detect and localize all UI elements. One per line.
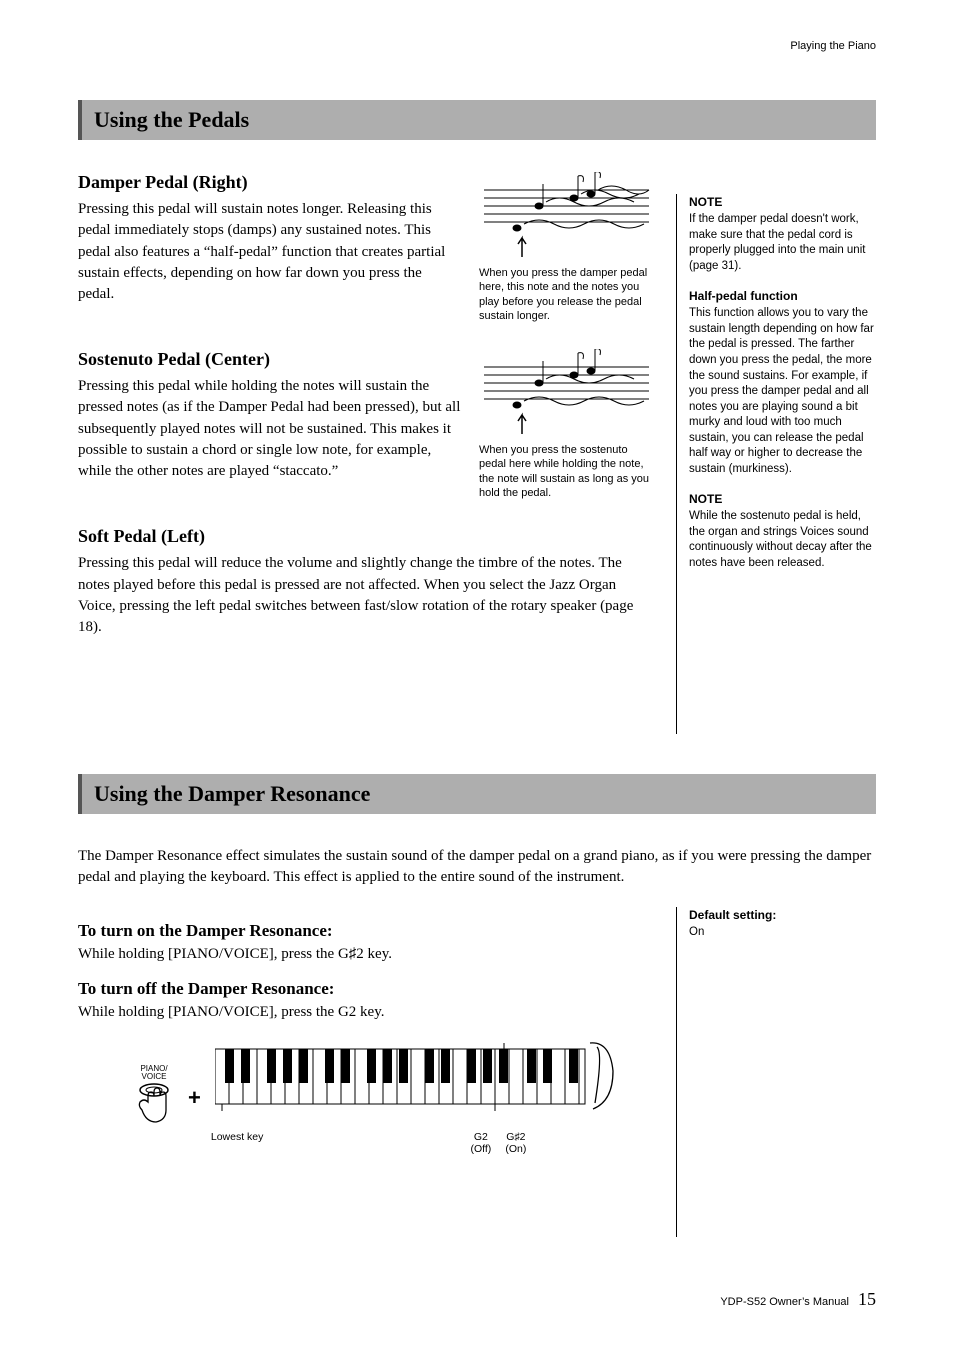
g2-sub: (Off)	[464, 1143, 498, 1155]
sidebar: NOTE If the damper pedal doesn't work, m…	[676, 172, 876, 734]
note1-title: NOTE	[689, 194, 876, 210]
keyboard-figure: PIANO/ VOICE +	[78, 1041, 654, 1155]
manual-name: YDP-S52 Owner’s Manual	[720, 1296, 849, 1308]
damper-caption: When you press the damper pedal here, th…	[479, 266, 654, 323]
damper-title: Damper Pedal (Right)	[78, 172, 461, 193]
note1-body: If the damper pedal doesn't work, make s…	[689, 212, 876, 274]
default-setting-title: Default setting:	[689, 907, 876, 923]
damper-diagram	[479, 172, 654, 262]
damper-body: Pressing this pedal will sustain notes l…	[78, 199, 461, 305]
note2-body: While the sostenuto pedal is held, the o…	[689, 509, 876, 571]
hand-press-icon	[134, 1082, 174, 1127]
section-heading-pedals: Using the Pedals	[78, 100, 876, 140]
keyboard-icon	[215, 1041, 615, 1126]
turn-off-title: To turn off the Damper Resonance:	[78, 979, 654, 999]
main-column: Damper Pedal (Right) Pressing this pedal…	[78, 172, 654, 734]
sostenuto-body: Pressing this pedal while holding the no…	[78, 376, 461, 482]
note2-title: NOTE	[689, 491, 876, 507]
piano-voice-label: PIANO/ VOICE	[134, 1065, 174, 1082]
sostenuto-caption: When you press the sostenuto pedal here …	[479, 443, 654, 500]
lowest-key-label: Lowest key	[211, 1131, 271, 1155]
gs2-sub: (On)	[499, 1143, 533, 1155]
resonance-intro: The Damper Resonance effect simulates th…	[78, 846, 876, 889]
halfpedal-body: This function allows you to vary the sus…	[689, 306, 876, 477]
turn-on-title: To turn on the Damper Resonance:	[78, 921, 654, 941]
sostenuto-title: Sostenuto Pedal (Center)	[78, 349, 461, 370]
soft-title: Soft Pedal (Left)	[78, 526, 654, 547]
sostenuto-diagram	[479, 349, 654, 439]
turn-off-body: While holding [PIANO/VOICE], press the G…	[78, 1002, 654, 1023]
section-heading-damper-resonance: Using the Damper Resonance	[78, 774, 876, 814]
running-header: Playing the Piano	[78, 40, 876, 52]
turn-on-body: While holding [PIANO/VOICE], press the G…	[78, 944, 654, 965]
plus-icon: +	[188, 1085, 201, 1111]
page-footer: YDP-S52 Owner’s Manual 15	[78, 1289, 876, 1310]
default-setting-value: On	[689, 925, 876, 941]
gs2-label: G♯2	[499, 1131, 533, 1143]
soft-body: Pressing this pedal will reduce the volu…	[78, 553, 654, 638]
g2-label: G2	[464, 1131, 498, 1143]
page-number: 15	[858, 1289, 876, 1309]
halfpedal-title: Half-pedal function	[689, 288, 876, 304]
